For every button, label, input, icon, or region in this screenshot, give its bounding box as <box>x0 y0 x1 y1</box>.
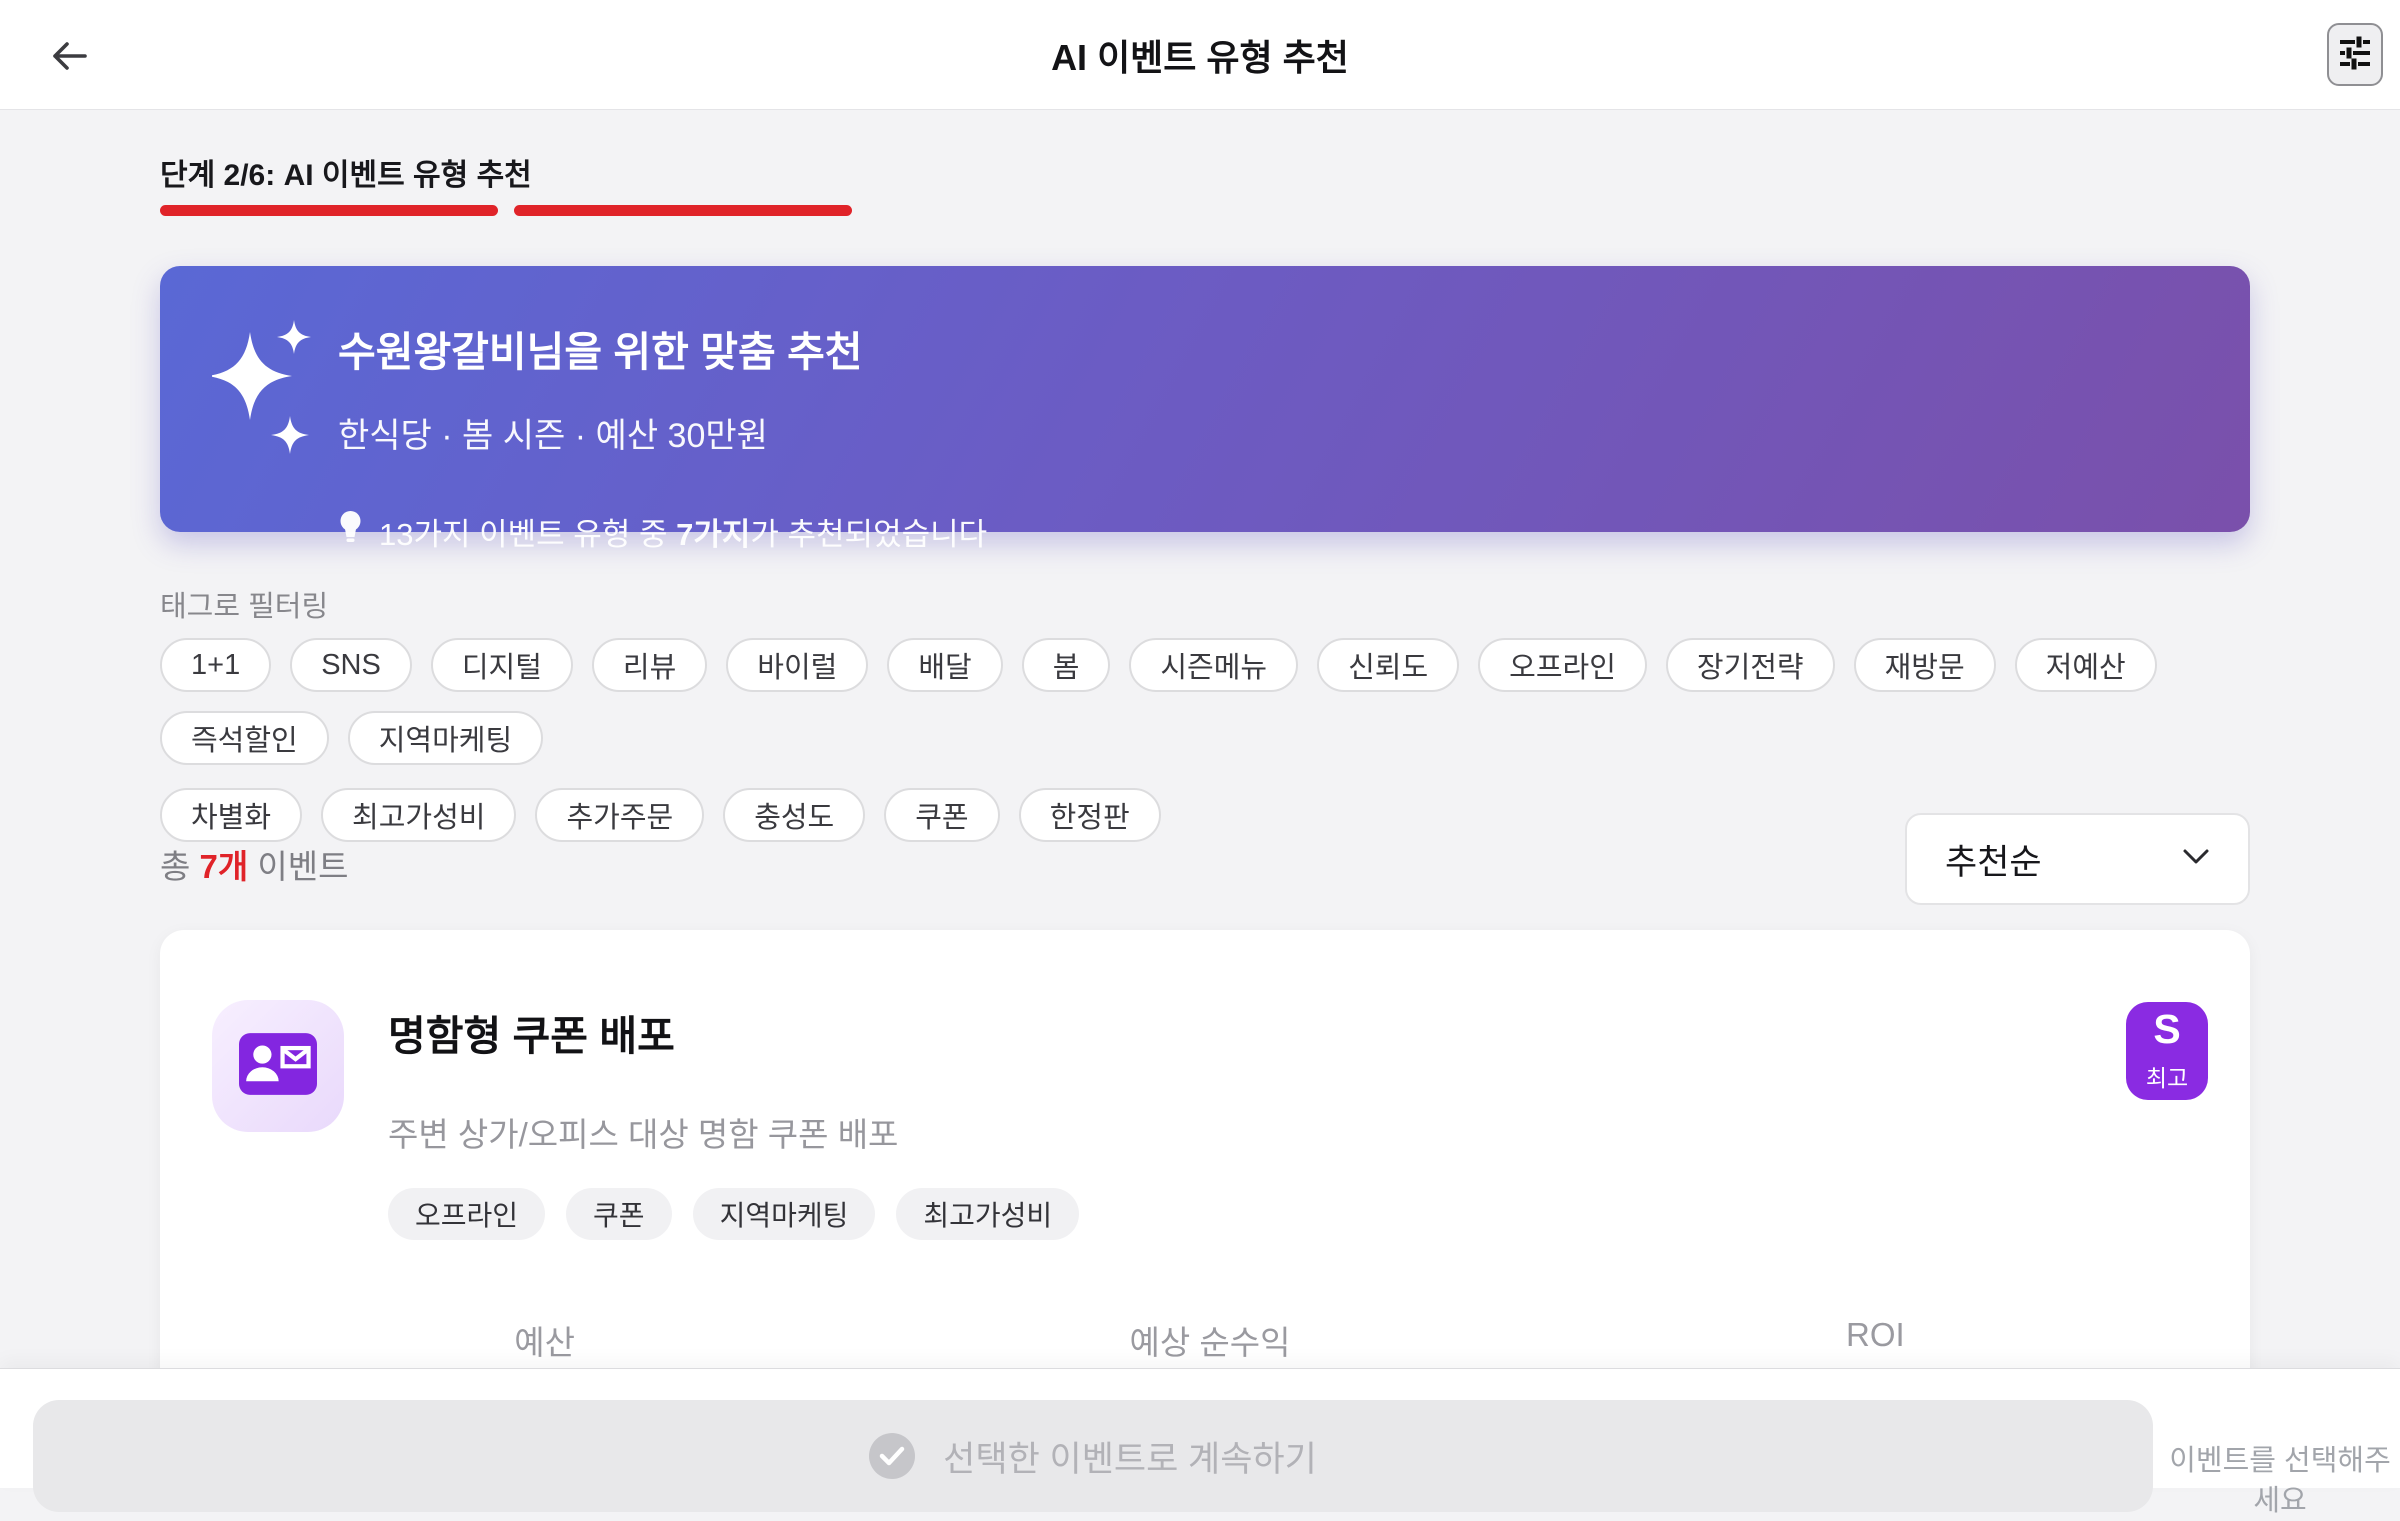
sort-dropdown[interactable]: 추천순 <box>1905 813 2250 905</box>
event-count-number: 7개 <box>199 848 249 885</box>
filter-tag-chip[interactable]: 저예산 <box>2014 638 2157 692</box>
banner-info-text: 13가지 이벤트 유형 중 7가지가 추천되었습니다 <box>379 517 988 552</box>
event-tag-list: 오프라인 쿠폰 지역마케팅 최고가성비 <box>388 1188 1080 1240</box>
filter-tag-chip[interactable]: 배달 <box>887 638 1003 692</box>
continue-button[interactable]: 선택한 이벤트로 계속하기 <box>33 1400 2153 1512</box>
filter-tag-chip[interactable]: 리뷰 <box>591 638 708 692</box>
filter-tag-chip[interactable]: 추가주문 <box>535 788 705 842</box>
event-tag: 오프라인 <box>388 1188 546 1240</box>
check-circle-icon <box>869 1433 916 1479</box>
event-description: 주변 상가/오피스 대상 명함 쿠폰 배포 <box>388 1116 899 1153</box>
ai-recommendation-banner: 수원왕갈비님을 위한 맞춤 추천 한식당 · 봄 시즌 · 예산 30만원 13… <box>160 266 2250 552</box>
filter-tag-chip[interactable]: 지역마케팅 <box>347 711 544 765</box>
sliders-icon <box>2337 34 2373 75</box>
filter-tag-chip[interactable]: 최고가성비 <box>321 788 517 842</box>
step-label: 단계 2/6: AI 이벤트 유형 추천 <box>160 159 532 192</box>
filter-tag-chip[interactable]: 오프라인 <box>1478 638 1647 692</box>
event-title: 명함형 쿠폰 배포 <box>388 1013 675 1059</box>
filter-tag-chip[interactable]: 장기전략 <box>1665 638 1835 692</box>
selection-hint: 이벤트를 선택해주세요 <box>2169 1445 2391 1517</box>
filter-tag-chip[interactable]: 1+1 <box>160 638 272 692</box>
progress-segment-2 <box>514 205 852 216</box>
event-card[interactable]: 명함형 쿠폰 배포 주변 상가/오피스 대상 명함 쿠폰 배포 오프라인 쿠폰 지역… <box>160 930 2250 1441</box>
top-app-bar: AI 이벤트 유형 추천 <box>0 0 2400 110</box>
banner-info: 13가지 이벤트 유형 중 7가지가 추천되었습니다 <box>338 509 987 554</box>
chevron-down-icon <box>2182 848 2210 871</box>
filter-tag-chip[interactable]: 한정판 <box>1018 788 1161 842</box>
event-tag: 최고가성비 <box>896 1188 1080 1240</box>
page-title: AI 이벤트 유형 추천 <box>1051 36 1349 78</box>
banner-subtitle: 한식당 · 봄 시즌 · 예산 30만원 <box>338 417 768 455</box>
banner-title: 수원왕갈비님을 위한 맞춤 추천 <box>338 329 863 375</box>
tag-filter-label: 태그로 필터링 <box>160 591 329 623</box>
banner-info-highlight: 7가지 <box>676 517 751 552</box>
filter-tag-chip[interactable]: 충성도 <box>723 788 866 842</box>
filter-tag-chip[interactable]: 쿠폰 <box>884 788 1000 842</box>
filter-tag-chip[interactable]: SNS <box>290 638 412 692</box>
filter-tag-chip[interactable]: 디지털 <box>430 638 573 692</box>
filter-tag-chip[interactable]: 차별화 <box>160 788 303 842</box>
event-count: 총 7개 이벤트 <box>160 848 349 885</box>
event-icon-container <box>212 1000 344 1132</box>
bottom-action-bar: 선택한 이벤트로 계속하기 이벤트를 선택해주세요 <box>0 1369 2400 1517</box>
filter-tag-chip[interactable]: 시즌메뉴 <box>1129 638 1299 692</box>
filter-tag-chip[interactable]: 재방문 <box>1853 638 1996 692</box>
filter-tag-chip[interactable]: 신뢰도 <box>1317 638 1460 692</box>
grade-letter: S <box>2153 1006 2181 1052</box>
progress-bar <box>160 205 852 216</box>
filter-tag-chip[interactable]: 봄 <box>1021 638 1111 692</box>
progress-segment-1 <box>160 205 498 216</box>
event-tag: 지역마케팅 <box>692 1188 876 1240</box>
event-tag: 쿠폰 <box>566 1188 672 1240</box>
sparkles-icon <box>208 312 322 477</box>
grade-label: 최고 <box>2145 1065 2189 1091</box>
filter-tag-chip[interactable]: 즉석할인 <box>160 711 329 765</box>
continue-button-label: 선택한 이벤트로 계속하기 <box>943 1439 1317 1479</box>
sort-selected-value: 추천순 <box>1945 842 2042 882</box>
filter-settings-button[interactable] <box>2327 23 2383 86</box>
grade-badge: S 최고 <box>2126 1002 2208 1100</box>
filter-tag-chip[interactable]: 바이럴 <box>726 638 869 692</box>
back-arrow-icon <box>47 34 91 81</box>
tag-row-1: 1+1 SNS 디지털 리뷰 바이럴 배달 봄 시즌메뉴 신뢰도 오프라인 장기전략 재방문 저예산즉석… <box>160 638 2250 765</box>
contact-coupon-icon <box>239 1032 317 1100</box>
lightbulb-icon <box>338 510 363 554</box>
back-button[interactable] <box>44 32 94 82</box>
